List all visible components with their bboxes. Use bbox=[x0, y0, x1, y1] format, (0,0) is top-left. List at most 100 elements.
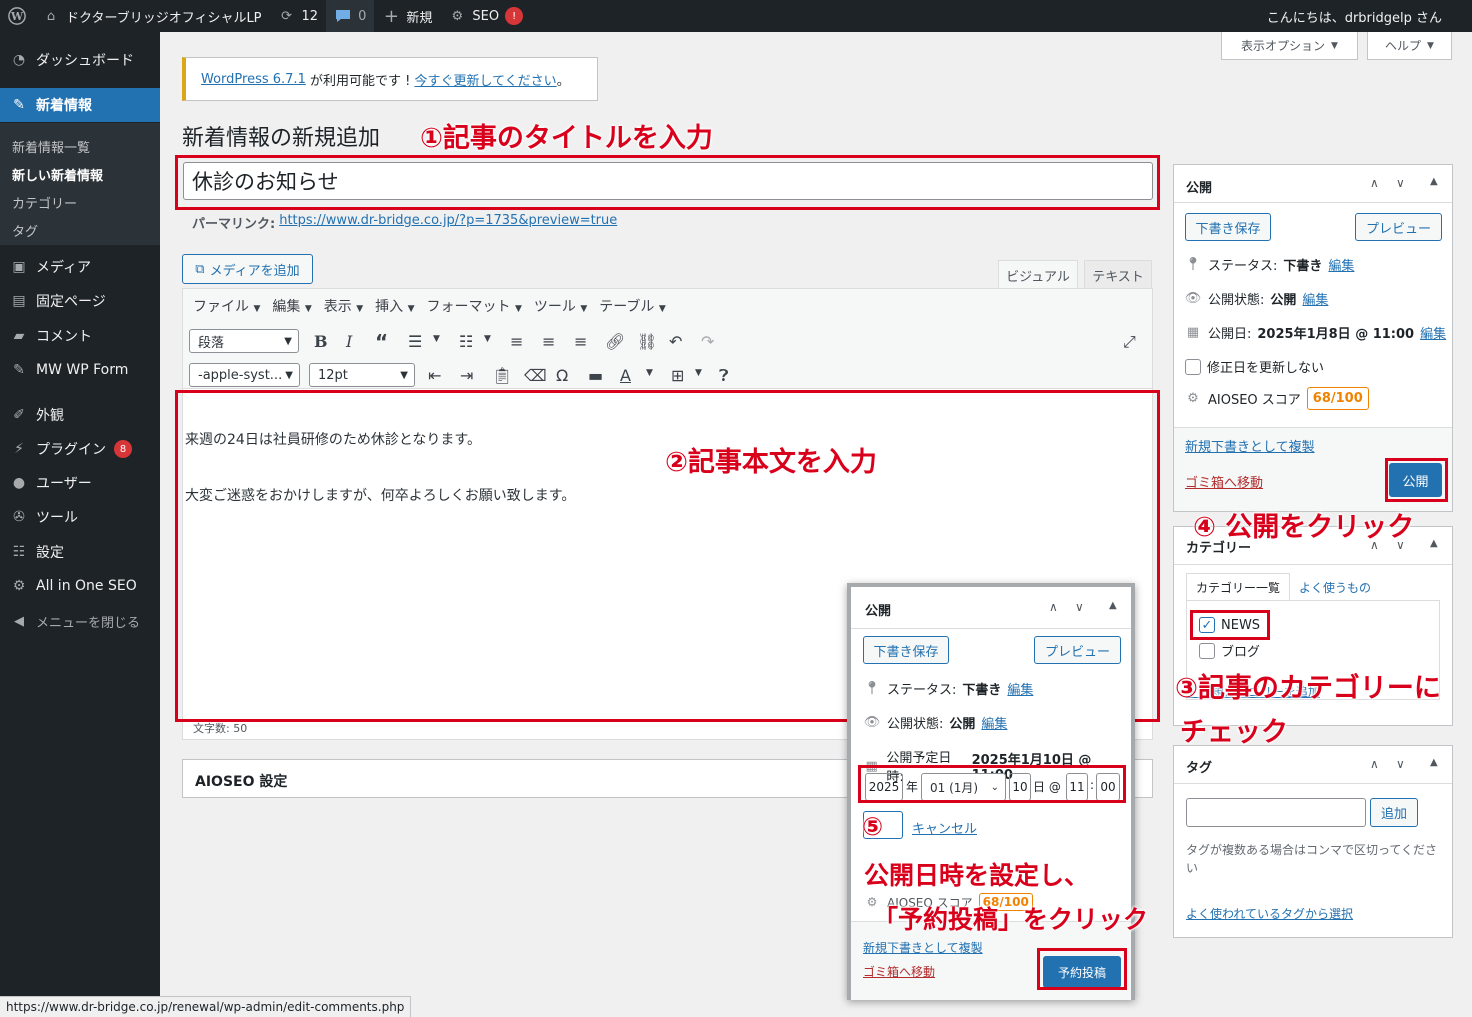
wp-logo-button[interactable]: W bbox=[0, 0, 34, 32]
popup-preview-button[interactable]: プレビュー bbox=[1034, 636, 1121, 664]
unlink-icon[interactable]: ⛓ bbox=[637, 332, 657, 351]
menu-users[interactable]: ● ユーザー bbox=[0, 466, 160, 500]
duplicate-draft-link[interactable]: 新規下書きとして複製 bbox=[1185, 436, 1315, 455]
font-family-select[interactable]: -apple-syst... ▼ bbox=[189, 363, 300, 387]
redo-icon[interactable]: ↷ bbox=[701, 332, 714, 351]
chevron-up-icon[interactable]: ∧ bbox=[1370, 757, 1379, 771]
menu-file[interactable]: ファイル ▼ bbox=[193, 296, 260, 316]
submenu-new-news[interactable]: 新しい新着情報 bbox=[12, 165, 103, 184]
popup-edit-visibility-link[interactable]: 編集 bbox=[981, 713, 1007, 732]
add-media-button[interactable]: ⧉ メディアを追加 bbox=[182, 254, 313, 284]
save-draft-button[interactable]: 下書き保存 bbox=[1185, 213, 1271, 241]
screen-options-button[interactable]: 表示オプション ▼ bbox=[1221, 32, 1358, 60]
edit-status-link[interactable]: 編集 bbox=[1328, 255, 1354, 274]
menu-plugins[interactable]: ⚡ プラグイン 8 bbox=[0, 432, 160, 466]
caret-down-icon[interactable]: ▼ bbox=[695, 368, 702, 378]
menu-tools[interactable]: ✇ ツール bbox=[0, 500, 160, 534]
text-color-icon[interactable]: A bbox=[620, 366, 631, 385]
link-icon[interactable]: 🔗︎ bbox=[605, 332, 625, 351]
toggle-panel-icon[interactable]: ▲ bbox=[1109, 600, 1117, 611]
popup-save-draft-button[interactable]: 下書き保存 bbox=[863, 636, 949, 664]
chevron-up-icon[interactable]: ∧ bbox=[1049, 600, 1058, 614]
align-right-icon[interactable]: ≡ bbox=[574, 332, 587, 351]
chevron-up-icon[interactable]: ∧ bbox=[1370, 176, 1379, 190]
blockquote-icon[interactable]: “ bbox=[375, 330, 388, 354]
add-tag-button[interactable]: 追加 bbox=[1370, 798, 1418, 827]
menu-format[interactable]: フォーマット ▼ bbox=[427, 296, 522, 316]
tab-visual[interactable]: ビジュアル bbox=[998, 260, 1078, 289]
align-center-icon[interactable]: ≡ bbox=[542, 332, 555, 351]
menu-view[interactable]: 表示 ▼ bbox=[324, 296, 363, 316]
site-name-link[interactable]: ⌂ ドクターブリッジオフィシャルLP bbox=[34, 0, 270, 32]
no-update-modified-checkbox[interactable] bbox=[1185, 358, 1201, 375]
menu-comments[interactable]: ▰ コメント bbox=[0, 319, 160, 353]
popup-edit-status-link[interactable]: 編集 bbox=[1007, 679, 1033, 698]
edit-date-link[interactable]: 編集 bbox=[1420, 323, 1446, 342]
horizontal-line-icon[interactable]: ▬ bbox=[588, 366, 603, 385]
blog-checkbox[interactable] bbox=[1199, 642, 1215, 659]
numbered-list-icon[interactable]: ☷ bbox=[459, 332, 473, 351]
menu-table[interactable]: テーブル ▼ bbox=[599, 296, 666, 316]
submenu-news-list[interactable]: 新着情報一覧 bbox=[12, 137, 90, 156]
choose-tags-link[interactable]: よく使われているタグから選択 bbox=[1186, 905, 1353, 922]
caret-down-icon[interactable]: ▼ bbox=[646, 368, 653, 378]
menu-news[interactable]: ✎ 新着情報 bbox=[0, 88, 160, 122]
menu-tools[interactable]: ツール ▼ bbox=[534, 296, 587, 316]
align-left-icon[interactable]: ≡ bbox=[510, 332, 523, 351]
toggle-panel-icon[interactable]: ▲ bbox=[1430, 176, 1438, 187]
special-char-icon[interactable]: Ω bbox=[556, 366, 568, 385]
caret-down-icon[interactable]: ▼ bbox=[484, 334, 491, 344]
updates-link[interactable]: ⟳ 12 bbox=[270, 0, 327, 32]
menu-collapse[interactable]: ◀ メニューを閉じる bbox=[0, 604, 160, 638]
menu-insert[interactable]: 挿入 ▼ bbox=[375, 296, 414, 316]
no-update-modified-row[interactable]: 修正日を更新しない bbox=[1185, 357, 1324, 376]
new-content-link[interactable]: + 新規 bbox=[374, 0, 440, 32]
font-size-select[interactable]: 12pt ▼ bbox=[309, 363, 415, 387]
menu-media[interactable]: ▣ メディア bbox=[0, 250, 160, 284]
menu-edit[interactable]: 編集 ▼ bbox=[272, 296, 311, 316]
menu-pages[interactable]: ▤ 固定ページ bbox=[0, 284, 160, 318]
popup-duplicate-link[interactable]: 新規下書きとして複製 bbox=[863, 939, 983, 956]
help-button[interactable]: ヘルプ ▼ bbox=[1367, 32, 1452, 60]
tab-text[interactable]: テキスト bbox=[1084, 260, 1152, 289]
popup-cancel-link[interactable]: キャンセル bbox=[912, 818, 977, 837]
tag-input[interactable] bbox=[1186, 798, 1366, 827]
fullscreen-icon[interactable]: ⤢ bbox=[1123, 332, 1136, 352]
caret-down-icon[interactable]: ▼ bbox=[433, 334, 440, 344]
italic-icon[interactable]: I bbox=[346, 332, 352, 351]
format-select[interactable]: 段落 ▼ bbox=[189, 329, 299, 353]
bold-icon[interactable]: B bbox=[314, 332, 328, 351]
toggle-panel-icon[interactable]: ▲ bbox=[1430, 757, 1438, 768]
bullet-list-icon[interactable]: ☰ bbox=[408, 332, 422, 351]
seo-menu[interactable]: ⚙ SEO ! bbox=[440, 0, 531, 32]
indent-icon[interactable]: ⇥ bbox=[460, 366, 473, 385]
update-now-link[interactable]: 今すぐ更新してください bbox=[414, 70, 556, 89]
chevron-down-icon[interactable]: ∨ bbox=[1396, 757, 1405, 771]
paste-icon[interactable]: 📋︎ bbox=[492, 366, 512, 385]
menu-dashboard[interactable]: ◔ ダッシュボード bbox=[0, 43, 160, 77]
submenu-tag[interactable]: タグ bbox=[12, 221, 38, 240]
popup-trash-link[interactable]: ゴミ箱へ移動 bbox=[863, 963, 935, 980]
category-item-blog[interactable]: ブログ bbox=[1199, 641, 1260, 660]
tab-all-categories[interactable]: カテゴリー一覧 bbox=[1186, 573, 1290, 601]
wp-version-link[interactable]: WordPress 6.7.1 bbox=[201, 72, 306, 87]
edit-visibility-link[interactable]: 編集 bbox=[1302, 289, 1328, 308]
submenu-category[interactable]: カテゴリー bbox=[12, 193, 77, 212]
toggle-panel-icon[interactable]: ▲ bbox=[1430, 538, 1438, 549]
menu-mw-wp-form[interactable]: ✎ MW WP Form bbox=[0, 353, 160, 387]
outdent-icon[interactable]: ⇤ bbox=[428, 366, 441, 385]
my-account-link[interactable]: こんにちは、drbridgelp さん bbox=[1267, 0, 1442, 32]
menu-aioseo[interactable]: ⚙ All in One SEO bbox=[0, 569, 160, 603]
tab-popular-categories[interactable]: よく使うもの bbox=[1299, 579, 1371, 596]
comments-link[interactable]: 0 bbox=[326, 0, 375, 32]
menu-settings[interactable]: ☷ 設定 bbox=[0, 535, 160, 569]
aioseo-score-badge[interactable]: 68/100 bbox=[1306, 387, 1369, 410]
undo-icon[interactable]: ↶ bbox=[669, 332, 682, 351]
trash-link[interactable]: ゴミ箱へ移動 bbox=[1185, 472, 1263, 491]
menu-appearance[interactable]: ✐ 外観 bbox=[0, 398, 160, 432]
chevron-down-icon[interactable]: ∨ bbox=[1075, 600, 1084, 614]
table-icon[interactable]: ⊞ bbox=[671, 366, 684, 385]
preview-button[interactable]: プレビュー bbox=[1355, 213, 1442, 241]
permalink-url[interactable]: https://www.dr-bridge.co.jp/?p=1735&prev… bbox=[279, 213, 617, 232]
chevron-down-icon[interactable]: ∨ bbox=[1396, 176, 1405, 190]
